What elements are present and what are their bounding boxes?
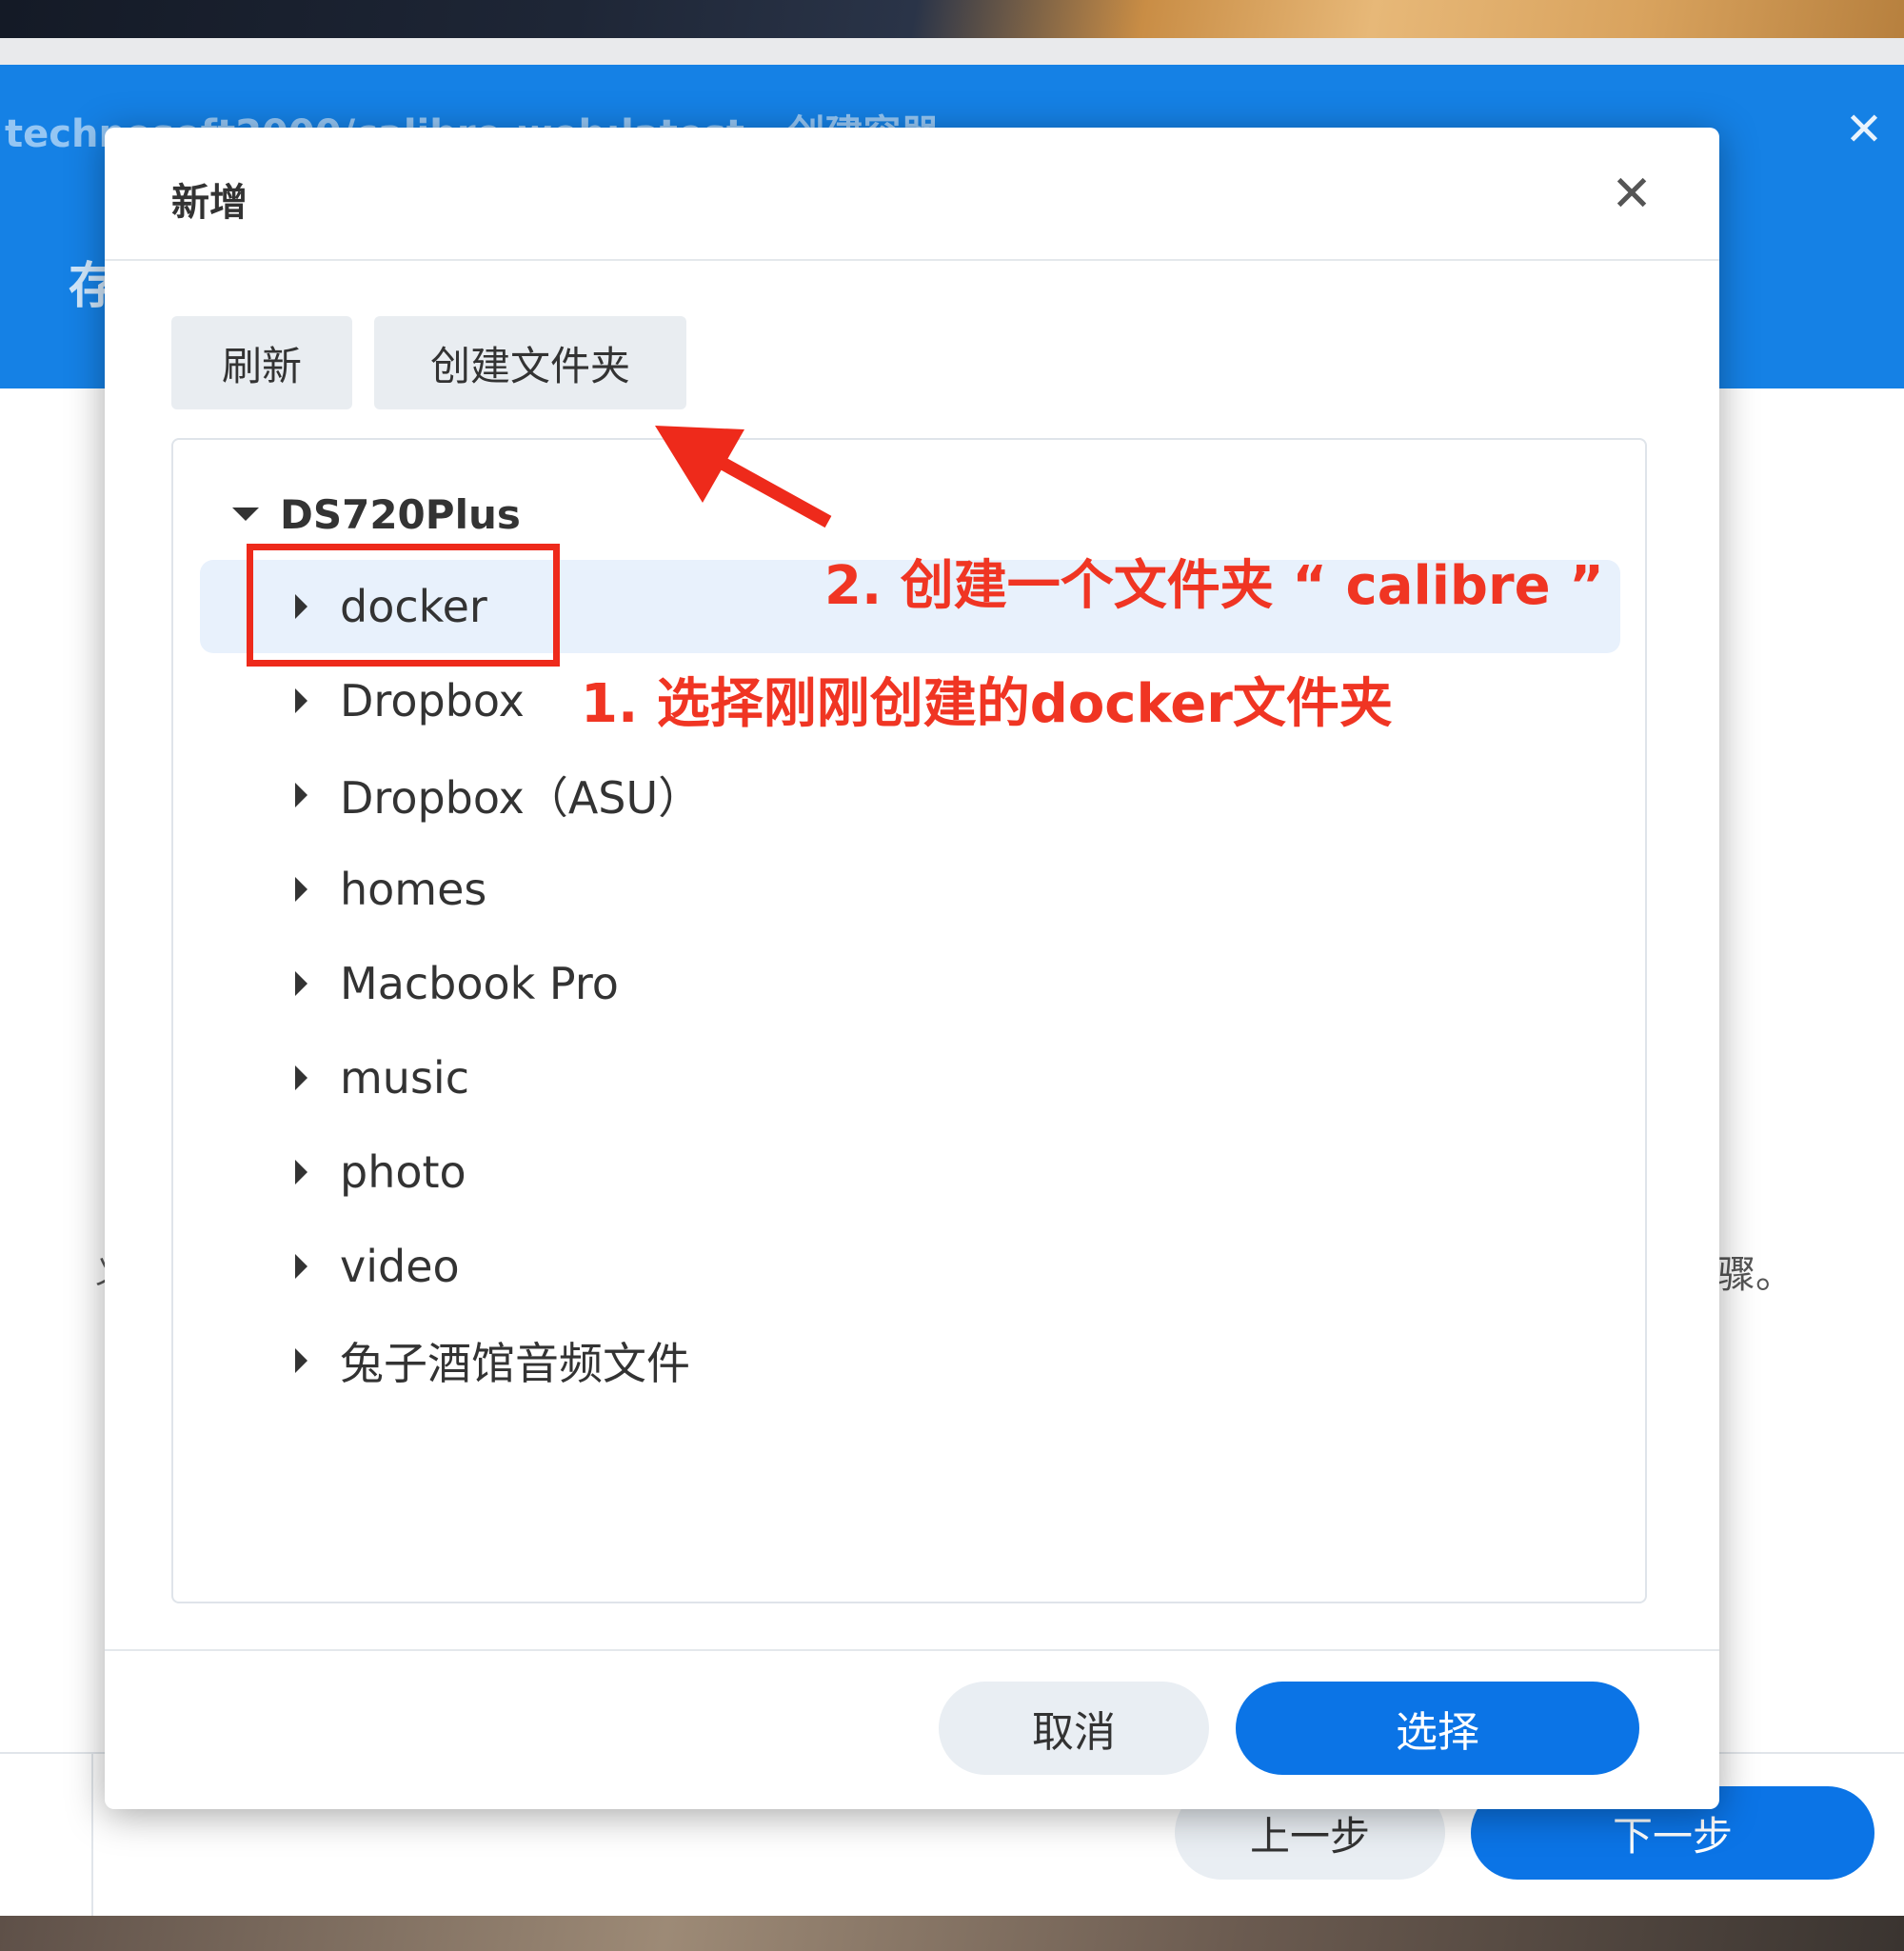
tree-item-label: video — [340, 1241, 460, 1292]
annotation-highlight-box — [247, 544, 560, 667]
tree-item-label: photo — [340, 1146, 466, 1198]
chevron-right-icon[interactable] — [295, 688, 307, 713]
desktop-wallpaper-top — [0, 0, 1904, 38]
chevron-right-icon[interactable] — [295, 877, 307, 902]
annotation-arrow-icon — [655, 426, 832, 528]
tree-item-label: homes — [340, 864, 487, 915]
tree-item-homes[interactable]: homes — [200, 843, 1620, 936]
tree-item-audio-files[interactable]: 兔子酒馆音频文件 — [200, 1314, 1620, 1407]
chevron-right-icon[interactable] — [295, 1160, 307, 1185]
tree-item-macbook-pro[interactable]: Macbook Pro — [200, 937, 1620, 1030]
refresh-button[interactable]: 刷新 — [171, 316, 352, 409]
chevron-right-icon[interactable] — [295, 1348, 307, 1373]
create-folder-button[interactable]: 创建文件夹 — [374, 316, 686, 409]
tree-item-video[interactable]: video — [200, 1220, 1620, 1313]
chevron-right-icon[interactable] — [295, 1254, 307, 1279]
tree-item-music[interactable]: music — [200, 1031, 1620, 1125]
chevron-right-icon[interactable] — [295, 783, 307, 807]
close-icon[interactable]: ✕ — [1601, 164, 1662, 225]
tree-item-photo[interactable]: photo — [200, 1125, 1620, 1219]
tree-item-label: music — [340, 1052, 470, 1104]
chevron-right-icon[interactable] — [295, 1065, 307, 1090]
tree-item-dropbox-asu[interactable]: Dropbox（ASU） — [200, 748, 1620, 842]
select-button[interactable]: 选择 — [1236, 1682, 1639, 1775]
folder-picker-dialog: 新增 ✕ 刷新 创建文件夹 DS720Plus docker Dropbox D… — [105, 128, 1719, 1809]
tree-item-label: Dropbox — [340, 675, 525, 727]
window-top-gap — [0, 38, 1904, 65]
tree-item-label: Dropbox（ASU） — [340, 772, 703, 824]
wizard-footer-vdivider — [91, 1754, 93, 1916]
desktop-wallpaper-bottom — [0, 1916, 1904, 1951]
cancel-button[interactable]: 取消 — [939, 1682, 1209, 1775]
wizard-close-icon[interactable]: ✕ — [1837, 103, 1891, 156]
tree-item-label: Macbook Pro — [340, 958, 619, 1009]
annotation-step-2: 2. 创建一个文件夹 “ calibre ” — [824, 555, 1604, 617]
wizard-body-text-right: 骤。 — [1717, 1253, 1794, 1297]
tree-root-node[interactable]: DS720Plus — [232, 486, 521, 543]
dialog-footer-divider — [105, 1649, 1719, 1651]
dialog-header-divider — [105, 259, 1719, 261]
chevron-down-icon[interactable] — [232, 508, 259, 521]
chevron-right-icon[interactable] — [295, 971, 307, 996]
dialog-title: 新增 — [171, 181, 248, 225]
annotation-step-1: 1. 选择刚刚创建的docker文件夹 — [581, 673, 1393, 735]
tree-root-label: DS720Plus — [280, 490, 521, 538]
tree-item-label: 兔子酒馆音频文件 — [340, 1338, 690, 1389]
